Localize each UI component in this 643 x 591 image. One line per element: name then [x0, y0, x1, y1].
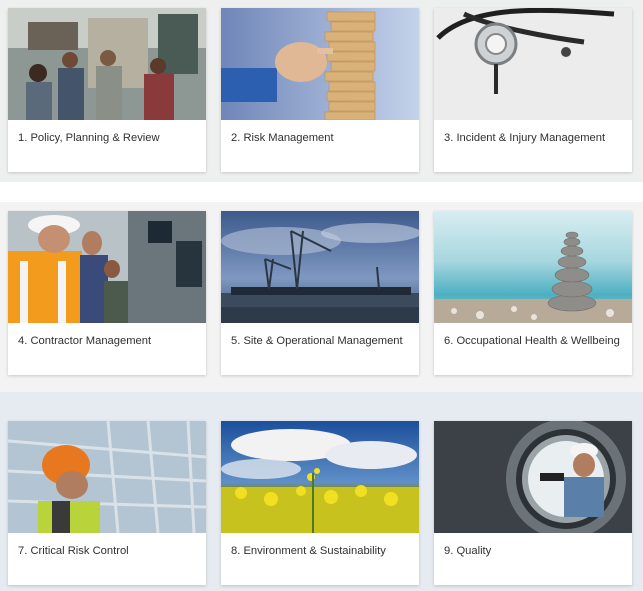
tile-incident-injury-management[interactable]: 3. Incident & Injury Management — [434, 8, 632, 172]
tile-contractor-management[interactable]: 4. Contractor Management — [8, 211, 206, 375]
tile-environment-sustainability[interactable]: 8. Environment & Sustainability — [221, 421, 419, 585]
tile-risk-management[interactable]: 2. Risk Management — [221, 8, 419, 172]
port-cranes-photo — [221, 211, 419, 323]
stacked-stones-photo — [434, 211, 632, 323]
team-meeting-photo — [8, 8, 206, 120]
tile-label: 3. Incident & Injury Management — [444, 132, 606, 144]
canola-field-photo — [221, 421, 419, 533]
tile-policy-planning-review[interactable]: 1. Policy, Planning & Review — [8, 8, 206, 172]
hard-hat-worker-photo — [8, 421, 206, 533]
contractors-control-room-photo — [8, 211, 206, 323]
tile-label: 1. Policy, Planning & Review — [18, 132, 160, 144]
tile-label: 4. Contractor Management — [18, 335, 152, 347]
tile-label: 5. Site & Operational Management — [231, 335, 403, 347]
tile-critical-risk-control[interactable]: 7. Critical Risk Control — [8, 421, 206, 585]
tile-label: 2. Risk Management — [231, 132, 334, 144]
tile-occupational-health-wellbeing[interactable]: 6. Occupational Health & Wellbeing — [434, 211, 632, 375]
jenga-tower-photo — [221, 8, 419, 120]
stethoscope-photo — [434, 8, 632, 120]
tile-label: 8. Environment & Sustainability — [231, 545, 386, 557]
tile-quality[interactable]: 9. Quality — [434, 421, 632, 585]
tile-site-operational-management[interactable]: 5. Site & Operational Management — [221, 211, 419, 375]
tile-label: 9. Quality — [444, 545, 492, 557]
row-separator — [0, 182, 643, 202]
tile-label: 7. Critical Risk Control — [18, 545, 129, 557]
pipe-inspection-photo — [434, 421, 632, 533]
tile-label: 6. Occupational Health & Wellbeing — [444, 335, 620, 347]
